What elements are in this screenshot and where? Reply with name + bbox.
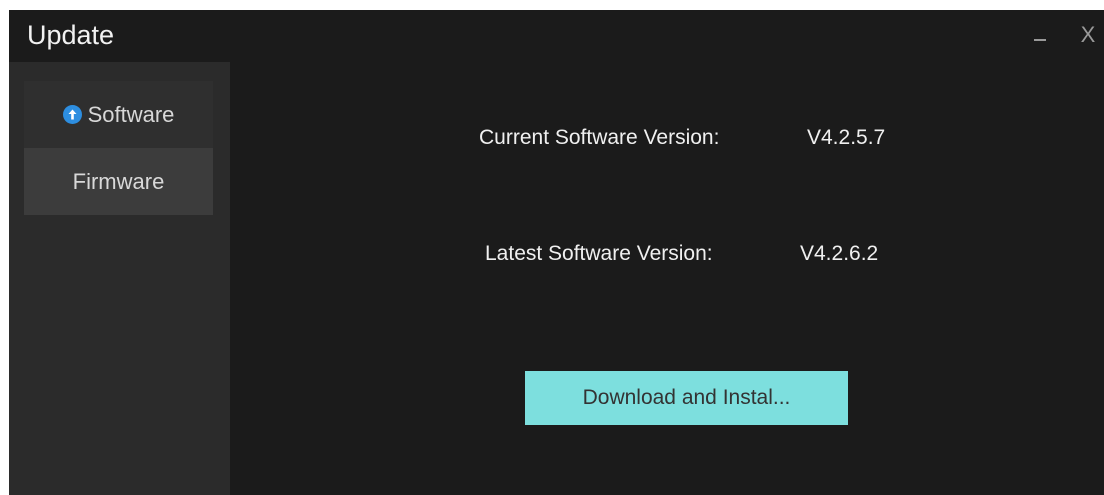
title-bar: Update X <box>9 10 1104 62</box>
current-version-value: V4.2.5.7 <box>807 126 886 149</box>
window-title: Update <box>27 20 115 50</box>
sidebar-item-label: Firmware <box>72 168 165 194</box>
latest-version-value: V4.2.6.2 <box>800 242 879 265</box>
close-button[interactable]: X <box>1073 22 1103 48</box>
sidebar-item-software[interactable]: Software <box>24 81 213 148</box>
download-install-button[interactable]: Download and Instal... <box>525 371 848 425</box>
main-content: Current Software Version: V4.2.5.7 Lates… <box>230 62 1104 495</box>
sidebar-item-label: Software <box>87 101 175 127</box>
minimize-button[interactable] <box>1025 22 1055 48</box>
arrow-up-circle-icon <box>62 105 82 124</box>
update-window: Update X Software Firmware Current Softw… <box>9 10 1104 495</box>
sidebar: Software Firmware <box>9 62 230 495</box>
minimize-icon <box>1034 39 1046 41</box>
current-version-label: Current Software Version: <box>479 126 720 149</box>
sidebar-item-firmware[interactable]: Firmware <box>24 148 213 215</box>
latest-version-label: Latest Software Version: <box>485 242 713 265</box>
